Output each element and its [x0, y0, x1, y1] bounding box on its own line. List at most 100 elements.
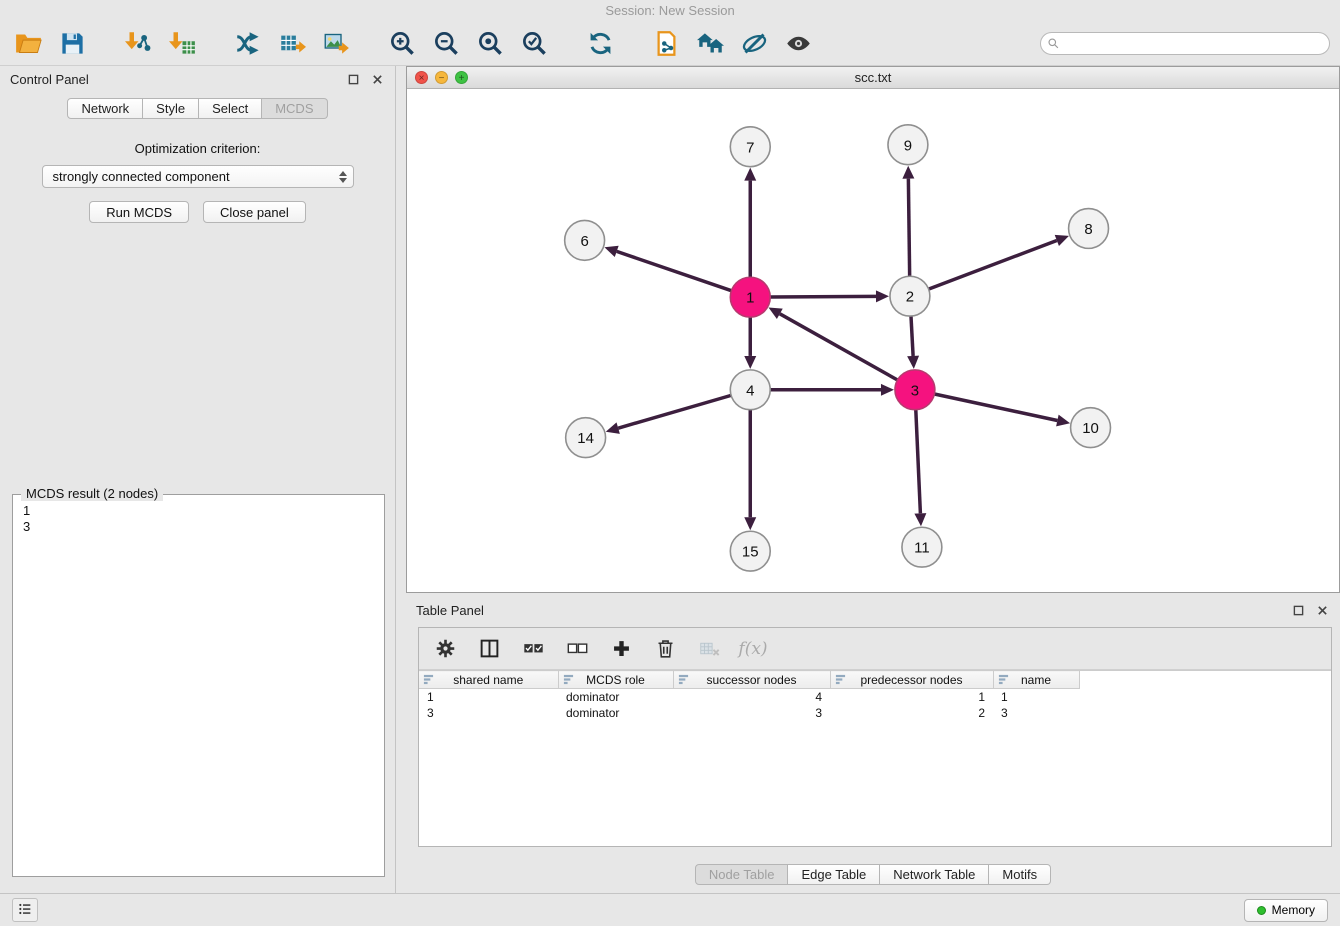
float-table-panel-button[interactable]	[1290, 602, 1306, 618]
close-table-panel-button[interactable]	[1314, 602, 1330, 618]
graph-edge-3-10[interactable]	[934, 394, 1057, 420]
column-header-shared-name[interactable]: shared name	[419, 671, 558, 689]
select-all-columns-button[interactable]	[519, 635, 547, 663]
node-table: shared name MCDS role successor nodes pr…	[419, 670, 1331, 721]
graph-arrowhead	[606, 422, 620, 433]
column-header-name[interactable]: name	[993, 671, 1079, 689]
run-mcds-button[interactable]: Run MCDS	[89, 201, 189, 223]
graph-edge-2-8[interactable]	[929, 240, 1057, 289]
graph-node-label-1: 1	[746, 290, 754, 307]
optimization-select[interactable]: strongly connected component	[42, 165, 354, 188]
status-bar: Memory	[0, 893, 1340, 926]
toolbar-group-session	[10, 27, 90, 61]
delete-table-button[interactable]	[695, 635, 723, 663]
tab-select[interactable]: Select	[199, 98, 262, 119]
apply-style-button[interactable]	[736, 27, 772, 61]
graph-edge-1-2[interactable]	[770, 296, 876, 297]
network-window-titlebar[interactable]: scc.txt × − +	[407, 67, 1339, 89]
function-builder-button[interactable]: f(x)	[739, 635, 767, 663]
home-view-button[interactable]	[692, 27, 728, 61]
float-panel-button[interactable]	[345, 71, 361, 87]
mcds-result-item: 1	[23, 503, 374, 519]
column-header-mcds-role[interactable]: MCDS role	[558, 671, 673, 689]
mcds-result-list: 1 3	[13, 495, 384, 543]
graph-edge-4-14[interactable]	[618, 395, 731, 428]
refresh-view-button[interactable]	[582, 27, 618, 61]
table-settings-button[interactable]	[431, 635, 459, 663]
table-panel-header: Table Panel	[406, 597, 1340, 623]
column-sort-icon	[998, 674, 1009, 688]
close-mcds-panel-button[interactable]: Close panel	[203, 201, 306, 223]
save-session-button[interactable]	[54, 27, 90, 61]
minimize-window-button[interactable]: −	[435, 71, 448, 84]
application-window: Session: New Session	[0, 0, 1340, 926]
close-window-button[interactable]: ×	[415, 71, 428, 84]
zoom-out-button[interactable]	[428, 27, 464, 61]
graph-edge-1-6[interactable]	[617, 251, 732, 290]
table-panel-tabs: Node Table Edge Table Network Table Moti…	[406, 864, 1340, 885]
tab-edge-table[interactable]: Edge Table	[788, 864, 880, 885]
split-panel-button[interactable]	[475, 635, 503, 663]
open-network-document-button[interactable]	[648, 27, 684, 61]
graph-edge-3-1[interactable]	[780, 314, 898, 380]
tab-node-table[interactable]: Node Table	[695, 864, 789, 885]
close-icon	[1317, 605, 1328, 616]
graph-arrowhead	[881, 384, 894, 396]
import-network-button[interactable]	[120, 27, 156, 61]
zoom-selected-button[interactable]	[516, 27, 552, 61]
eye-icon	[785, 30, 812, 57]
column-header-successor-nodes[interactable]: successor nodes	[673, 671, 830, 689]
graph-edge-3-11[interactable]	[916, 410, 921, 514]
tab-network-table[interactable]: Network Table	[880, 864, 989, 885]
memory-label: Memory	[1272, 903, 1315, 917]
open-folder-icon	[15, 30, 42, 57]
deselect-all-columns-button[interactable]	[563, 635, 591, 663]
zoom-in-button[interactable]	[384, 27, 420, 61]
delete-column-button[interactable]	[651, 635, 679, 663]
plus-icon	[611, 638, 632, 659]
task-history-button[interactable]	[12, 898, 38, 922]
zoom-fit-button[interactable]	[472, 27, 508, 61]
toolbar-group-view	[648, 27, 816, 61]
table-row[interactable]: 1 dominator 4 1 1	[419, 689, 1331, 705]
close-panel-button[interactable]	[369, 71, 385, 87]
network-tools-button[interactable]	[230, 27, 266, 61]
graph-edge-2-3[interactable]	[911, 316, 913, 356]
search-input[interactable]	[1040, 32, 1330, 55]
add-column-button[interactable]	[607, 635, 635, 663]
import-table-button[interactable]	[164, 27, 200, 61]
graph-node-label-10: 10	[1082, 420, 1099, 437]
network-canvas[interactable]: 7968124314101511	[407, 89, 1339, 592]
column-header-predecessor-nodes[interactable]: predecessor nodes	[830, 671, 993, 689]
export-image-button[interactable]	[318, 27, 354, 61]
import-table-icon	[169, 30, 196, 57]
cell-predecessor-nodes: 1	[830, 689, 993, 705]
split-panel-icon	[479, 638, 500, 659]
column-sort-icon	[678, 674, 689, 688]
tab-motifs[interactable]: Motifs	[989, 864, 1051, 885]
graph-node-label-15: 15	[742, 544, 759, 561]
tab-network[interactable]: Network	[67, 98, 143, 119]
cell-mcds-role: dominator	[558, 689, 673, 705]
column-label: successor nodes	[674, 673, 830, 687]
column-label: shared name	[419, 673, 558, 687]
maximize-window-button[interactable]: +	[455, 71, 468, 84]
table-row[interactable]: 3 dominator 3 2 3	[419, 705, 1331, 721]
memory-button[interactable]: Memory	[1244, 899, 1328, 922]
show-graphics-button[interactable]	[780, 27, 816, 61]
table-header-row: shared name MCDS role successor nodes pr…	[419, 671, 1331, 689]
tab-style[interactable]: Style	[143, 98, 199, 119]
checked-boxes-icon	[523, 638, 544, 659]
delete-table-icon	[699, 638, 720, 659]
open-session-button[interactable]	[10, 27, 46, 61]
graph-node-label-6: 6	[580, 233, 588, 250]
export-table-button[interactable]	[274, 27, 310, 61]
graph-edge-2-9[interactable]	[908, 179, 909, 277]
graph-arrowhead	[744, 517, 756, 530]
tab-mcds[interactable]: MCDS	[262, 98, 327, 119]
toolbar-group-refresh	[582, 27, 618, 61]
unchecked-boxes-icon	[567, 638, 588, 659]
column-sort-icon	[423, 674, 434, 688]
search-container	[1040, 32, 1330, 55]
cell-predecessor-nodes: 2	[830, 705, 993, 721]
